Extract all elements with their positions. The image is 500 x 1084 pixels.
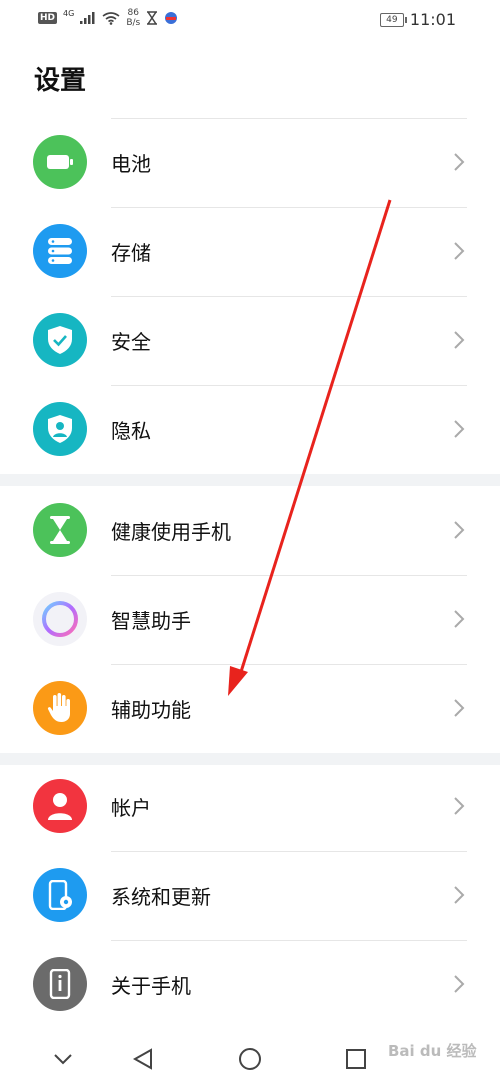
divider	[111, 664, 467, 665]
setting-row-privacy[interactable]: 隐私	[0, 385, 500, 474]
assistant-ring-icon	[33, 592, 87, 646]
privacy-shield-icon	[33, 402, 87, 456]
network-type: 4G	[63, 8, 75, 18]
group-separator	[0, 474, 500, 486]
chevron-right-icon	[454, 153, 465, 171]
setting-row-account[interactable]: 帐户	[0, 762, 500, 851]
setting-label: 电池	[111, 152, 151, 176]
setting-label: 关于手机	[111, 974, 191, 998]
setting-label: 系统和更新	[111, 885, 211, 909]
chevron-right-icon	[454, 886, 465, 904]
status-bar: HD 4G 86 B/s 49 11:01	[0, 0, 500, 40]
setting-label: 健康使用手机	[111, 520, 231, 544]
divider	[111, 851, 467, 852]
setting-row-accessibility[interactable]: 辅助功能	[0, 664, 500, 753]
divider	[111, 207, 467, 208]
shield-check-icon	[33, 313, 87, 367]
chevron-right-icon	[454, 699, 465, 717]
person-icon	[33, 779, 87, 833]
back-triangle-icon	[132, 1048, 152, 1070]
chevron-right-icon	[454, 797, 465, 815]
setting-row-smart-assistant[interactable]: 智慧助手	[0, 575, 500, 664]
recents-button[interactable]	[341, 1044, 371, 1074]
chevron-right-icon	[454, 242, 465, 260]
chevron-right-icon	[454, 975, 465, 993]
phone-gear-icon	[33, 868, 87, 922]
chevron-right-icon	[454, 610, 465, 628]
chevron-down-icon	[54, 1054, 72, 1065]
wifi-icon	[102, 11, 120, 25]
watermark: Bai du 经验	[388, 1042, 477, 1060]
status-right: 49 11:01	[379, 10, 456, 29]
setting-row-security[interactable]: 安全	[0, 296, 500, 385]
storage-icon	[33, 224, 87, 278]
setting-row-battery[interactable]: 电池	[0, 118, 500, 207]
hourglass-status-icon	[147, 11, 158, 25]
hourglass-icon	[33, 503, 87, 557]
hd-badge: HD	[38, 12, 58, 24]
collapse-nav-button[interactable]	[48, 1044, 78, 1074]
divider	[111, 296, 467, 297]
setting-label: 帐户	[111, 796, 151, 820]
network-speed: 86 B/s	[126, 8, 140, 28]
speed-value: 86	[127, 8, 139, 18]
settings-group-1: 电池 存储 安全 隐私	[0, 118, 500, 474]
divider	[111, 118, 467, 119]
clock: 11:01	[409, 10, 456, 29]
hand-icon	[33, 681, 87, 735]
setting-label: 隐私	[111, 419, 151, 443]
signal-icon	[80, 12, 95, 24]
setting-row-digital-balance[interactable]: 健康使用手机	[0, 486, 500, 575]
chevron-right-icon	[454, 521, 465, 539]
chevron-right-icon	[454, 331, 465, 349]
status-left: HD 4G 86 B/s	[38, 8, 178, 28]
speed-unit: B/s	[126, 18, 141, 28]
phone-info-icon	[33, 957, 87, 1011]
battery-icon	[33, 135, 87, 189]
app-notification-icon	[165, 12, 178, 24]
battery-level: 49	[379, 12, 407, 27]
recents-square-icon	[346, 1049, 366, 1069]
divider	[111, 575, 467, 576]
setting-label: 智慧助手	[111, 609, 191, 633]
home-button[interactable]	[235, 1044, 265, 1074]
settings-group-2: 健康使用手机 智慧助手 辅助功能	[0, 486, 500, 753]
page-title: 设置	[34, 66, 87, 96]
setting-row-about-phone[interactable]: 关于手机	[0, 940, 500, 1029]
chevron-right-icon	[454, 420, 465, 438]
setting-label: 辅助功能	[111, 698, 191, 722]
settings-group-3: 帐户 系统和更新 关于手机	[0, 762, 500, 1029]
setting-label: 存储	[111, 241, 151, 265]
home-circle-icon	[239, 1048, 261, 1070]
setting-row-system-update[interactable]: 系统和更新	[0, 851, 500, 940]
divider	[111, 940, 467, 941]
divider	[111, 385, 467, 386]
back-button[interactable]	[128, 1044, 158, 1074]
setting-row-storage[interactable]: 存储	[0, 207, 500, 296]
setting-label: 安全	[111, 330, 151, 354]
